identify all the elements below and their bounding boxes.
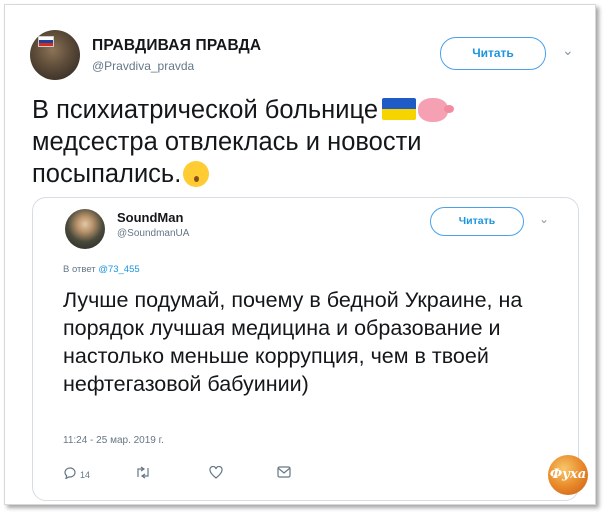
reply-context: В ответ @73_455 [63, 264, 140, 275]
user-handle[interactable]: @SoundmanUA [117, 228, 189, 239]
tweet-text-line: посыпались. [32, 160, 182, 188]
retweet-icon [137, 466, 149, 479]
tweet-text: В психиатрической больнице медсестра отв… [32, 94, 552, 190]
reply-handle-link[interactable]: @73_455 [98, 264, 139, 275]
chevron-down-icon[interactable]: ⌄ [562, 42, 574, 59]
display-name[interactable]: SoundMan [117, 210, 183, 225]
avatar[interactable] [30, 30, 80, 80]
pig-icon [418, 98, 455, 122]
direct-message-button[interactable] [277, 466, 291, 481]
heart-icon [209, 465, 223, 479]
timestamp[interactable]: 11:24 - 25 мар. 2019 г. [63, 435, 164, 446]
display-name[interactable]: ПРАВДИВАЯ ПРАВДА [92, 37, 261, 55]
tweet-text-line: В психиатрической больнице [32, 96, 379, 124]
reply-count: 14 [80, 470, 91, 480]
follow-button[interactable]: Читать [430, 207, 524, 236]
reply-icon [64, 467, 76, 480]
follow-button[interactable]: Читать [440, 37, 546, 70]
user-handle[interactable]: @Pravdiva_pravda [92, 59, 194, 73]
russia-flag-icon [38, 36, 54, 47]
tweet-text-line: медсестра отвлеклась и новости [32, 128, 422, 156]
retweet-button[interactable] [135, 466, 151, 482]
like-button[interactable] [209, 465, 223, 482]
action-bar: 14 [63, 465, 363, 486]
quoted-tweet-text: Лучше подумай, почему в бедной Украине, … [63, 288, 523, 396]
reply-button[interactable]: 14 [63, 466, 90, 482]
reply-prefix: В ответ [63, 264, 96, 275]
kissing-face-icon [183, 161, 210, 187]
avatar[interactable] [65, 209, 105, 249]
direct-message-icon [277, 466, 291, 478]
chevron-down-icon[interactable]: ⌄ [539, 212, 549, 226]
site-watermark-logo: Фуха [548, 455, 588, 495]
ukraine-flag-icon [382, 98, 417, 120]
quoted-tweet-card[interactable]: SoundMan @SoundmanUA Читать ⌄ В ответ @7… [32, 197, 579, 501]
